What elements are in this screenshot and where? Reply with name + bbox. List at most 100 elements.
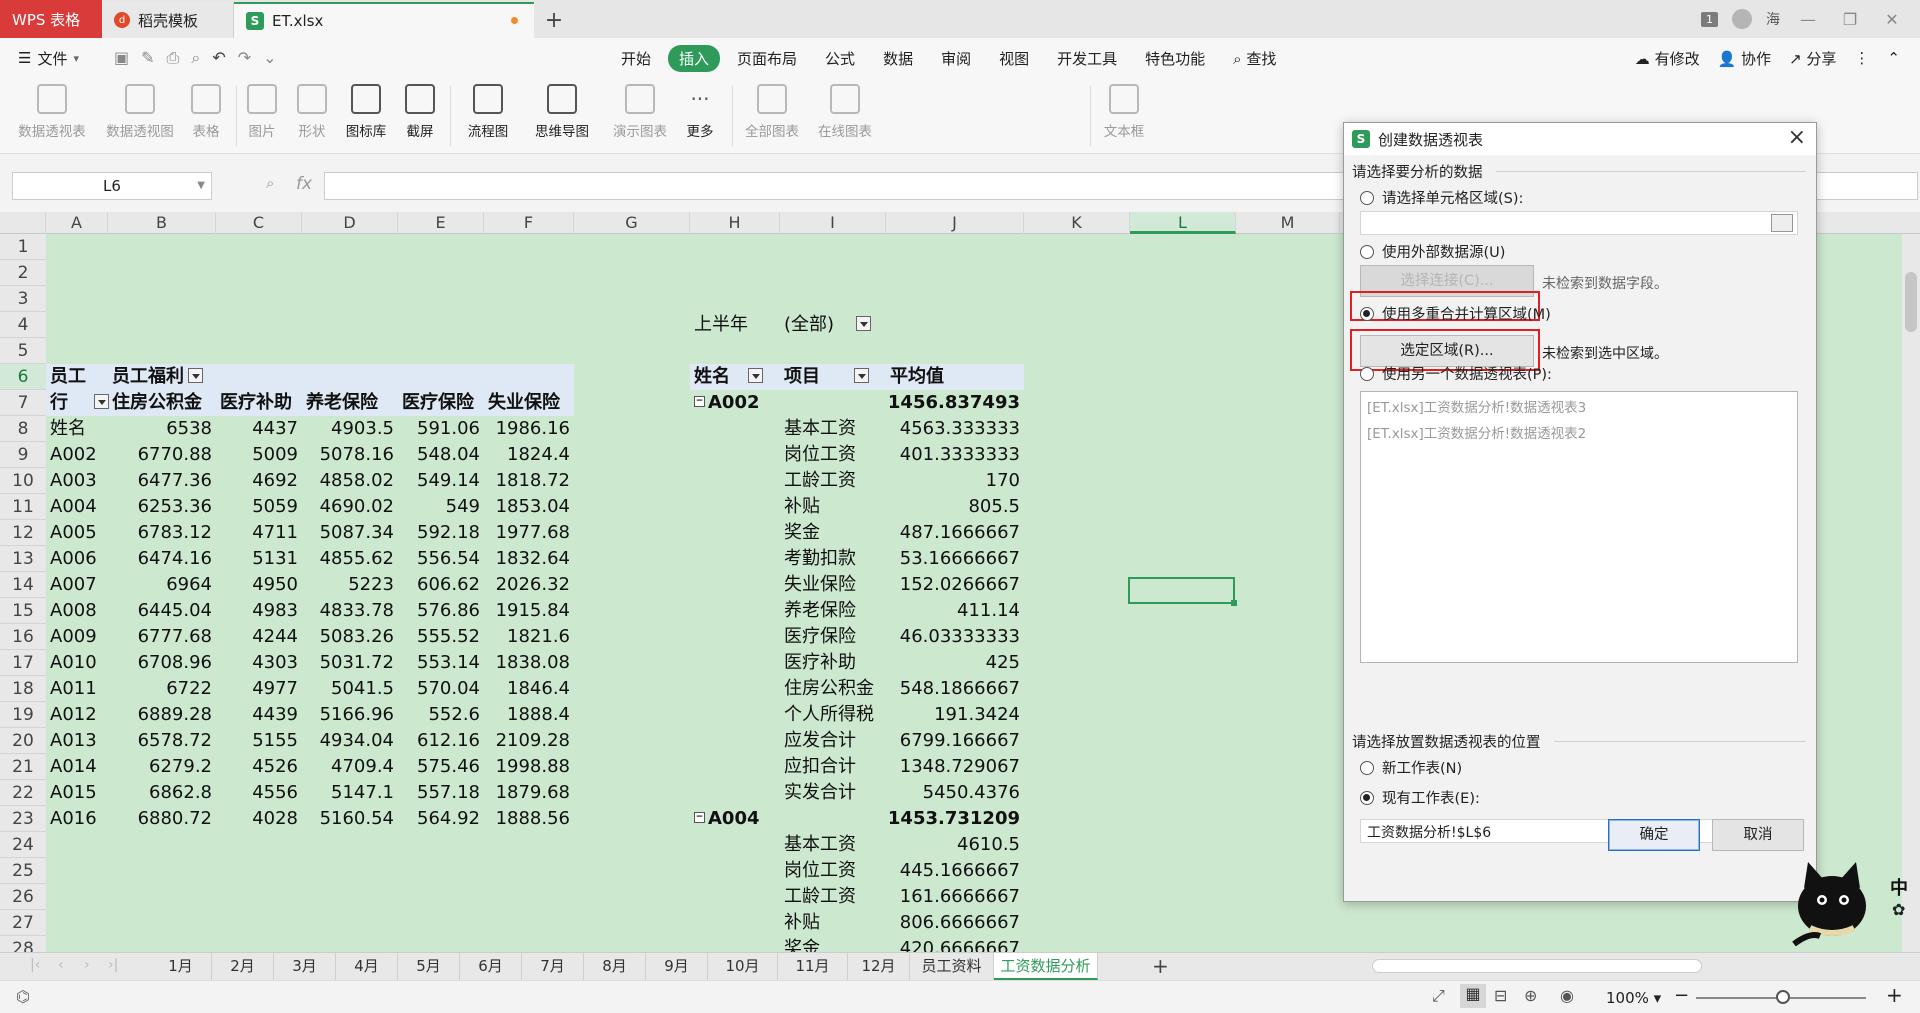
filter-dropdown-icon[interactable] — [94, 393, 109, 409]
row-header[interactable]: 27 — [0, 910, 46, 936]
ok-button[interactable]: 确定 — [1608, 819, 1700, 851]
row-header[interactable]: 10 — [0, 468, 46, 494]
table-cell[interactable]: 549 — [380, 494, 480, 520]
collaborate-button[interactable]: 👤 协作 — [1718, 48, 1771, 69]
collapse-icon[interactable]: − — [694, 395, 705, 407]
sheet-tab[interactable]: 4月 — [336, 953, 398, 980]
collapse-icon[interactable]: − — [694, 811, 705, 823]
table-cell[interactable]: 6445.04 — [112, 598, 212, 624]
icon-library-button[interactable]: 图标库 — [342, 84, 390, 140]
table-cell[interactable]: 4855.62 — [294, 546, 394, 572]
format-painter-icon[interactable]: ✎ — [141, 48, 154, 68]
row-header[interactable]: 9 — [0, 442, 46, 468]
table-cell[interactable]: 4977 — [198, 676, 298, 702]
tab-developer[interactable]: 开发工具 — [1046, 45, 1128, 72]
table-cell[interactable]: A015 — [50, 780, 97, 806]
table-cell[interactable]: 5223 — [294, 572, 394, 598]
pivot-header-cell[interactable]: 行 — [50, 390, 109, 416]
table-cell[interactable]: 6538 — [112, 416, 212, 442]
col-header[interactable]: G — [574, 212, 690, 234]
screenshot-button[interactable]: 截屏 — [398, 84, 442, 140]
row-header[interactable]: 8 — [0, 416, 46, 442]
table-cell[interactable]: A004 — [50, 494, 97, 520]
table-cell[interactable]: 4437 — [198, 416, 298, 442]
row-header[interactable]: 1 — [0, 234, 46, 260]
pivot-item-label[interactable]: 实发合计 — [784, 780, 856, 806]
filter-dropdown-icon[interactable] — [856, 315, 872, 331]
table-button[interactable]: 表格 — [184, 84, 228, 140]
table-cell[interactable]: 564.92 — [380, 806, 480, 832]
pivot-item-label[interactable]: 失业保险 — [784, 572, 856, 598]
pivot-item-label[interactable]: 岗位工资 — [784, 442, 856, 468]
demo-chart-button[interactable]: 演示图表 — [608, 84, 672, 140]
pivot-item-label[interactable]: 住房公积金 — [784, 676, 874, 702]
tab-special[interactable]: 特色功能 — [1134, 45, 1216, 72]
table-cell[interactable]: 5078.16 — [294, 442, 394, 468]
pivot-item-label[interactable]: 补贴 — [784, 494, 820, 520]
pivot-item-label[interactable]: 应发合计 — [784, 728, 856, 754]
more-button[interactable]: ··· 更多 — [678, 84, 722, 140]
row-header[interactable]: 19 — [0, 702, 46, 728]
table-cell[interactable]: 6770.88 — [112, 442, 212, 468]
pivot-item-label[interactable]: 奖金 — [784, 520, 820, 546]
table-cell[interactable]: 2109.28 — [470, 728, 570, 754]
table-cell[interactable]: 553.14 — [380, 650, 480, 676]
normal-view-icon[interactable]: ▦ — [1460, 984, 1486, 1008]
table-cell[interactable]: 6964 — [112, 572, 212, 598]
vertical-scrollbar[interactable] — [1902, 234, 1920, 952]
table-cell[interactable]: A011 — [50, 676, 97, 702]
macro-icon[interactable]: ⌬ — [16, 987, 30, 1006]
fullscreen-icon[interactable]: ⤢ — [1432, 986, 1445, 1006]
row-header[interactable]: 4 — [0, 312, 46, 338]
col-header[interactable]: B — [108, 212, 216, 234]
row-header[interactable]: 24 — [0, 832, 46, 858]
pivot-item-label[interactable]: 应扣合计 — [784, 754, 856, 780]
pivot-item-value[interactable]: 4563.333333 — [880, 416, 1020, 442]
pivot-item-label[interactable]: 养老保险 — [784, 598, 856, 624]
radio-external-source[interactable]: 使用外部数据源(U) — [1360, 241, 1505, 262]
pivot-header-cell[interactable]: 失业保险 — [488, 390, 560, 416]
row-header[interactable]: 15 — [0, 598, 46, 624]
pivot-item-value[interactable]: 401.3333333 — [880, 442, 1020, 468]
col-header[interactable]: D — [302, 212, 398, 234]
pivot-filter-label[interactable]: 上半年 — [694, 312, 748, 338]
row-header[interactable]: 7 — [0, 390, 46, 416]
sheet-tab[interactable]: 11月 — [778, 953, 848, 980]
pivot-header-cell[interactable]: 平均值 — [890, 364, 944, 390]
table-cell[interactable]: 1821.6 — [470, 624, 570, 650]
pivot-item-label[interactable]: 工龄工资 — [784, 468, 856, 494]
zoom-level[interactable]: 100% ▾ — [1606, 989, 1661, 1007]
list-item[interactable]: [ET.xlsx]工资数据分析!数据透视表3 — [1361, 392, 1797, 418]
table-cell[interactable]: 548.04 — [380, 442, 480, 468]
pivot-header-cell[interactable]: 医疗保险 — [402, 390, 474, 416]
row-header[interactable]: 2 — [0, 260, 46, 286]
col-header[interactable]: E — [398, 212, 484, 234]
sheet-tab[interactable]: 8月 — [584, 953, 646, 980]
table-cell[interactable]: 5031.72 — [294, 650, 394, 676]
pivot-header-cell[interactable]: 养老保险 — [306, 390, 378, 416]
filter-dropdown-icon[interactable] — [188, 367, 203, 383]
table-cell[interactable]: 6578.72 — [112, 728, 212, 754]
table-cell[interactable]: 576.86 — [380, 598, 480, 624]
table-cell[interactable]: 555.52 — [380, 624, 480, 650]
ime-indicator[interactable]: 中 — [1890, 874, 1908, 900]
table-cell[interactable]: 1888.56 — [470, 806, 570, 832]
pivot-col-field[interactable]: 员工福利 — [112, 364, 203, 390]
tab-data[interactable]: 数据 — [872, 45, 924, 72]
table-cell[interactable]: 6862.8 — [112, 780, 212, 806]
table-cell[interactable]: 1853.04 — [470, 494, 570, 520]
table-cell[interactable]: A009 — [50, 624, 97, 650]
pivot-item-value[interactable]: 5450.4376 — [880, 780, 1020, 806]
close-icon[interactable]: × — [1788, 125, 1806, 150]
pivot-item-label[interactable]: 工龄工资 — [784, 884, 856, 910]
print-preview-icon[interactable]: ⌕ — [191, 48, 200, 68]
pivot-header-cell[interactable]: 项目 — [784, 364, 869, 390]
pivot-item-label[interactable]: 个人所得税 — [784, 702, 874, 728]
select-all-corner[interactable] — [0, 212, 46, 234]
table-cell[interactable]: A005 — [50, 520, 97, 546]
pivot-cell-label[interactable]: 员工 — [50, 364, 86, 390]
row-header[interactable]: 17 — [0, 650, 46, 676]
col-header[interactable]: K — [1024, 212, 1130, 234]
table-cell[interactable]: 4692 — [198, 468, 298, 494]
table-cell[interactable]: 1915.84 — [470, 598, 570, 624]
